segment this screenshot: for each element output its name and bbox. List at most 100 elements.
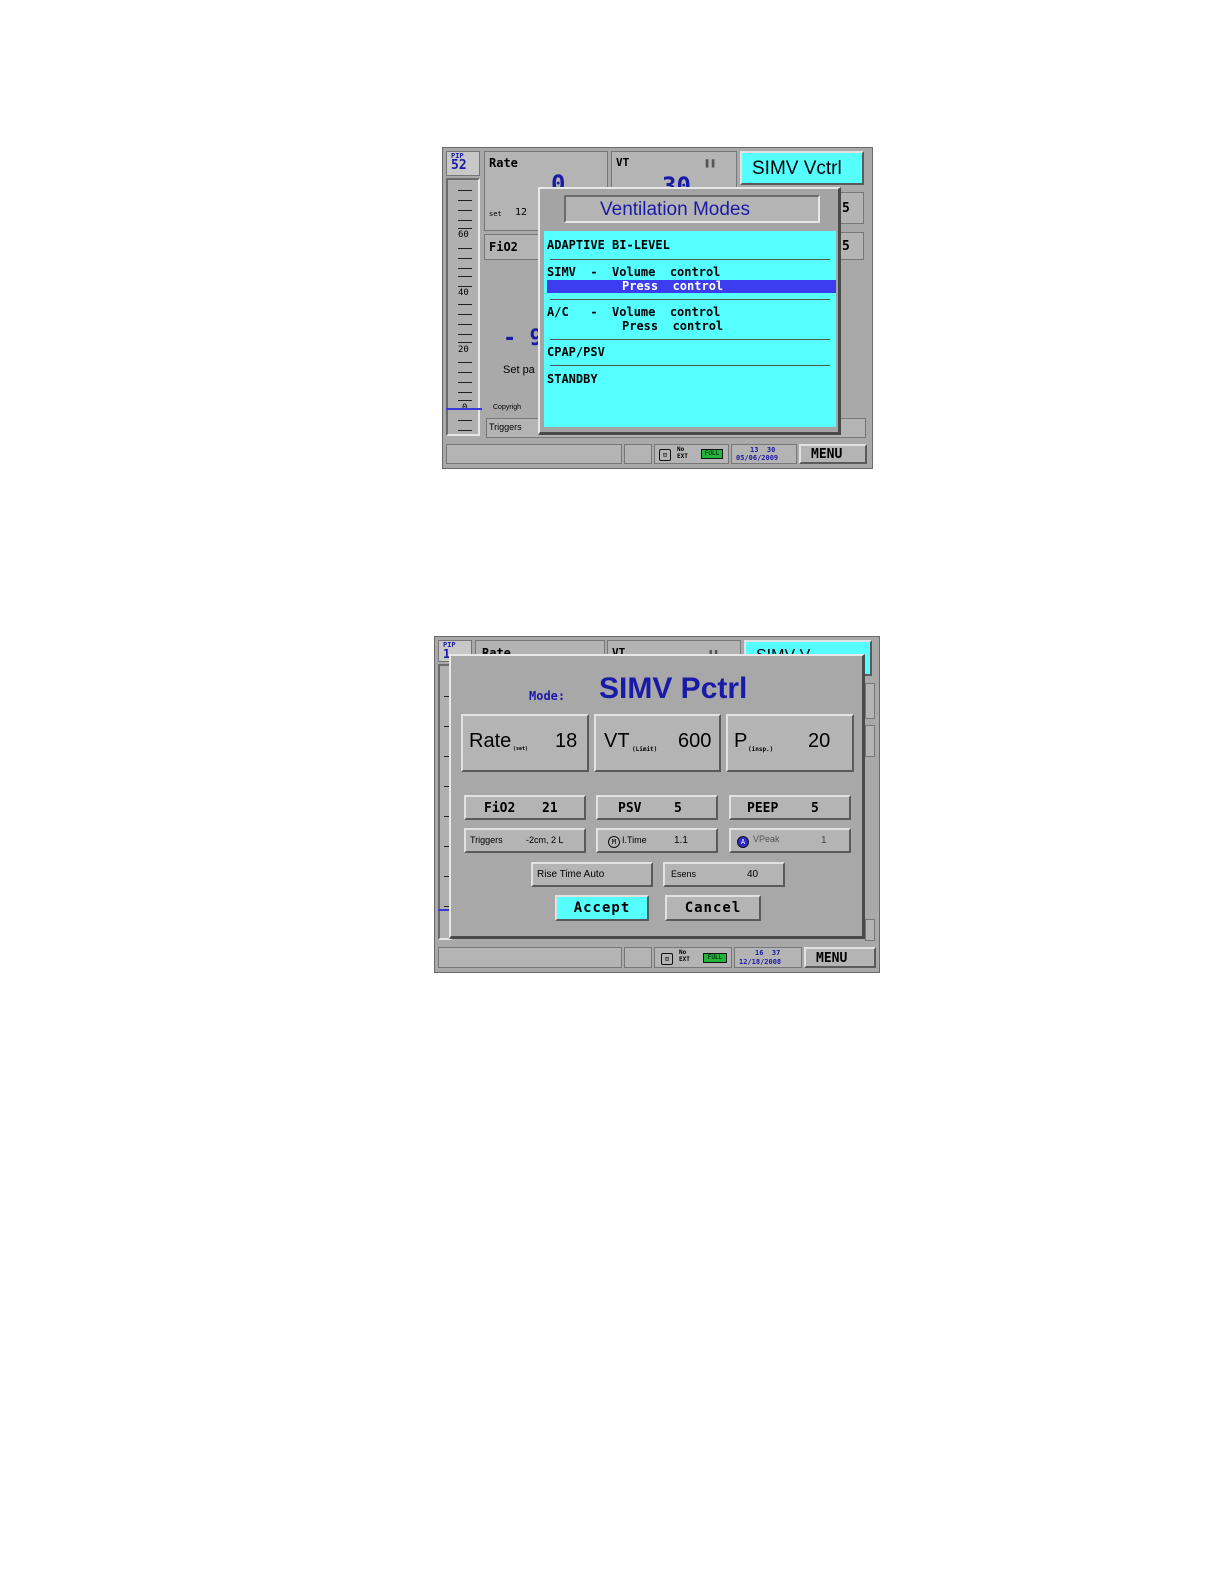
mode-item-simv-volume[interactable]: SIMV - Volume control xyxy=(547,265,720,279)
accept-button[interactable]: Accept xyxy=(555,895,649,921)
esens-setting[interactable]: Esens 40 xyxy=(663,862,785,887)
peep-setting-label: PEEP xyxy=(747,801,779,816)
mode-item-ac-volume[interactable]: A/C - Volume control xyxy=(547,305,720,319)
big-dash-value: - 9 xyxy=(503,326,543,351)
status-bar-datetime-2: 16 37 12/18/2008 xyxy=(734,947,802,968)
triggers-setting[interactable]: Triggers -2cm, 2 L xyxy=(464,828,586,853)
status-bar-power-2: ⊡ No EXT FULL xyxy=(654,947,732,968)
date-display-2: 12/18/2008 xyxy=(739,958,782,966)
fio2-setting-value: 21 xyxy=(542,801,558,816)
peep-setting[interactable]: PEEP 5 xyxy=(729,795,851,820)
gauge-label-40: 40 xyxy=(458,288,469,298)
vt-setting-value: 600 xyxy=(678,730,712,752)
rise-time-setting[interactable]: Rise Time Auto xyxy=(531,862,653,887)
fio2-setting-label: FiO2 xyxy=(484,801,516,816)
rate-setting[interactable]: Rate (set) 18 xyxy=(461,714,589,772)
status-bar-blank-2 xyxy=(624,947,652,968)
esens-value: 40 xyxy=(747,869,759,880)
vpeak-setting[interactable]: A VPeak 1 xyxy=(729,828,851,853)
esens-label: Esens xyxy=(671,869,697,879)
time-display-2: 16 37 xyxy=(755,949,781,957)
gauge-label-60: 60 xyxy=(458,230,469,240)
mode-value: SIMV Pctrl xyxy=(599,672,748,705)
status-bar-blank xyxy=(624,444,652,464)
triggers-setting-label: Triggers xyxy=(470,835,503,845)
vt-panel: VT ❚❚ 30 xyxy=(611,151,737,200)
pressure-gauge: 60 40 20 0 xyxy=(446,178,482,436)
right-value-2: 5 xyxy=(842,239,850,254)
menu-button-label: MENU xyxy=(811,447,843,462)
gauge-label-20: 20 xyxy=(458,345,469,355)
copyright-label: Copyrigh xyxy=(493,404,522,411)
triggers-label: Triggers xyxy=(489,422,522,432)
pinsp-setting-value: 20 xyxy=(808,730,831,752)
mode-badge-text: SIMV Vctrl xyxy=(752,158,842,179)
mode-item-simv-press-label: Press control xyxy=(622,279,724,293)
ventilation-modes-screen: PIP 52 60 40 20 0 Rate 0 set xyxy=(442,147,873,469)
right-value-box-1: 5 xyxy=(837,192,864,224)
fio2-panel: FiO2 xyxy=(484,234,540,260)
manual-mode-icon: M xyxy=(608,836,620,848)
vpeak-setting-label: VPeak xyxy=(753,834,780,844)
psv-setting-value: 5 xyxy=(674,801,682,816)
status-bar-datetime: 13 30 05/06/2009 xyxy=(731,444,797,464)
no-ext-label-2: No EXT xyxy=(679,949,690,963)
pip-display: PIP 52 xyxy=(446,151,480,176)
vpeak-setting-value: 1 xyxy=(821,835,827,846)
mode-badge[interactable]: SIMV Vctrl xyxy=(740,151,864,185)
vt-label: VT xyxy=(616,156,630,169)
pip-value: 52 xyxy=(451,158,467,173)
no-ext-label: No EXT xyxy=(677,446,688,460)
right-edge-box-1 xyxy=(865,683,875,719)
itime-setting-label: I.Time xyxy=(622,835,647,845)
mode-item-cpap-psv[interactable]: CPAP/PSV xyxy=(547,345,605,359)
rate-setting-label: Rate xyxy=(469,730,512,752)
status-bar-left-2 xyxy=(438,947,622,968)
right-edge-box-2 xyxy=(865,725,875,757)
mode-item-ac-press[interactable]: Press control xyxy=(622,319,723,333)
itime-setting[interactable]: M I.Time 1.1 xyxy=(596,828,718,853)
itime-setting-value: 1.1 xyxy=(674,835,688,846)
right-edge-box-3 xyxy=(865,919,875,941)
pressure-marker xyxy=(446,408,482,410)
fio2-label: FiO2 xyxy=(489,240,518,254)
rise-time-label: Rise Time Auto xyxy=(537,869,605,880)
modes-list: ADAPTIVE BI-LEVEL SIMV - Volume control … xyxy=(544,231,836,427)
cancel-button[interactable]: Cancel xyxy=(665,895,761,921)
vt-setting[interactable]: VT (Limit) 600 xyxy=(594,714,721,772)
rate-label: Rate xyxy=(489,156,518,170)
right-value-1: 5 xyxy=(842,201,850,216)
menu-button[interactable]: MENU xyxy=(799,444,867,464)
psv-setting-label: PSV xyxy=(618,801,642,816)
plug-icon: ⊡ xyxy=(659,449,671,461)
pinsp-setting-label: P xyxy=(734,730,748,752)
menu-button-label-2: MENU xyxy=(816,951,848,966)
set-value: 12 xyxy=(515,207,528,218)
time-display: 13 30 xyxy=(750,446,776,454)
mode-item-adaptive-bilevel[interactable]: ADAPTIVE BI-LEVEL xyxy=(547,238,670,252)
vt-setting-label: VT xyxy=(604,730,630,752)
rate-setting-value: 18 xyxy=(555,730,578,752)
rate-setting-sub: (set) xyxy=(513,746,529,752)
peep-setting-value: 5 xyxy=(811,801,819,816)
pause-icon: ❚❚ xyxy=(704,158,717,169)
mode-settings-dialog: Mode: SIMV Pctrl Rate (set) 18 VT (Limit… xyxy=(449,654,865,939)
auto-mode-icon: A xyxy=(737,836,749,848)
battery-icon-2: FULL xyxy=(703,953,727,963)
battery-label-2: FULL xyxy=(707,954,723,961)
pinsp-setting[interactable]: P (insp.) 20 xyxy=(726,714,854,772)
status-bar-power: ⊡ No EXT FULL xyxy=(654,444,729,464)
plug-icon-2: ⊡ xyxy=(661,953,673,965)
fio2-setting[interactable]: FiO2 21 xyxy=(464,795,586,820)
ventilation-modes-dialog: Ventilation Modes ADAPTIVE BI-LEVEL SIMV… xyxy=(538,187,841,435)
menu-button-2[interactable]: MENU xyxy=(804,947,876,968)
date-display: 05/06/2009 xyxy=(736,454,779,462)
triggers-setting-value: -2cm, 2 L xyxy=(526,835,564,845)
right-value-box-2: 5 xyxy=(837,232,864,260)
mode-item-simv-press-selected[interactable]: Press control xyxy=(547,279,836,293)
psv-setting[interactable]: PSV 5 xyxy=(596,795,718,820)
mode-item-standby[interactable]: STANDBY xyxy=(547,372,598,386)
set-label: set xyxy=(489,210,502,218)
battery-label: FULL xyxy=(704,450,720,457)
mode-settings-screen: PIP 1 Rate VT ❚❚ SIMV V... Mode: SIMV Pc… xyxy=(434,636,880,973)
